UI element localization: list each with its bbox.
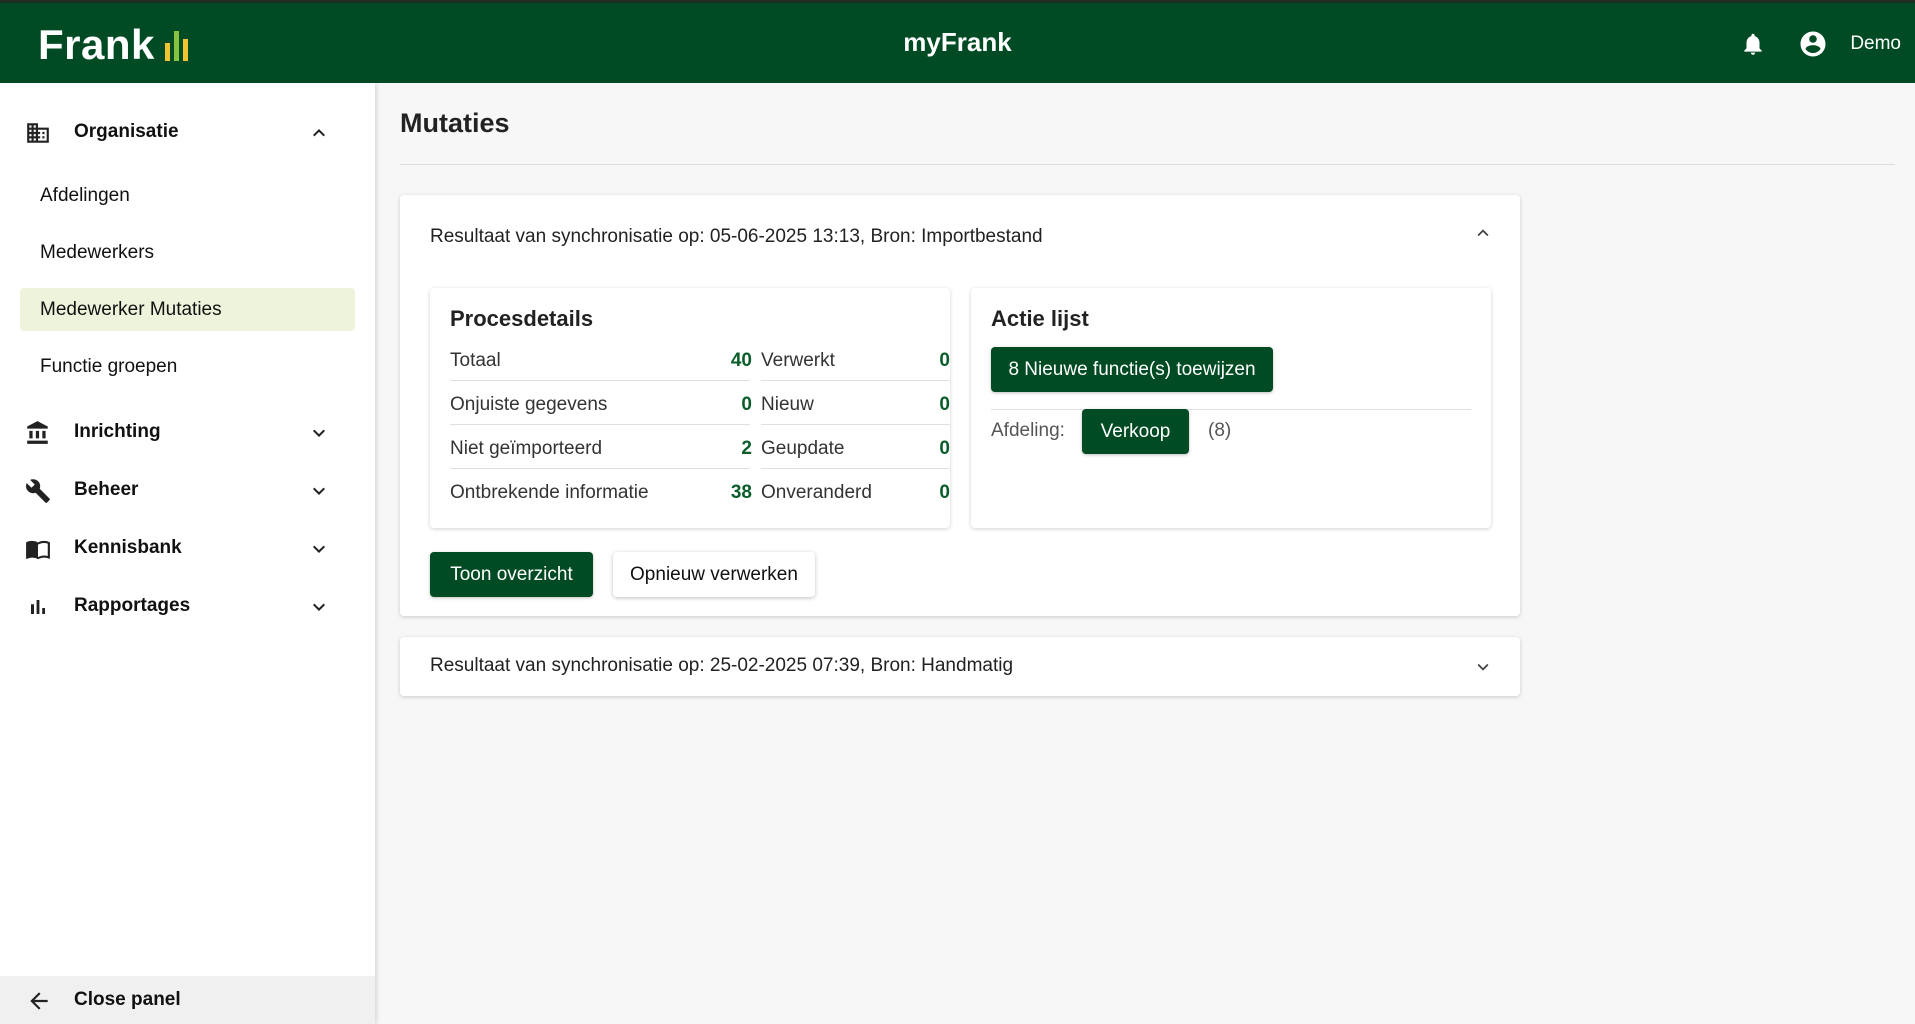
sidebar-item-afdelingen[interactable]: Afdelingen — [20, 174, 355, 217]
logo-bar — [173, 31, 179, 61]
sidebar-item-medewerkers[interactable]: Medewerkers — [20, 231, 355, 274]
close-panel-label: Close panel — [74, 989, 181, 1010]
stat-label: Nieuw — [761, 394, 814, 415]
sidebar-item-medewerker-mutaties[interactable]: Medewerker Mutaties — [20, 288, 355, 331]
show-overview-button[interactable]: Toon overzicht — [430, 552, 593, 597]
book-icon — [24, 535, 52, 563]
sidebar-item-label: Medewerkers — [40, 241, 155, 263]
divider — [450, 424, 750, 425]
department-verkoop-button[interactable]: Verkoop — [1082, 409, 1189, 454]
notifications-button[interactable] — [1736, 27, 1770, 61]
divider — [761, 424, 950, 425]
stat-value: 0 — [939, 350, 950, 371]
process-details-panel: Procesdetails Totaal 40 Verwerkt 0 Onjui… — [430, 288, 950, 528]
sidebar-group-beheer[interactable]: Beheer — [0, 465, 375, 515]
divider — [991, 409, 1471, 410]
sidebar-group-label: Kennisbank — [74, 537, 182, 558]
stat-value: 2 — [741, 438, 752, 459]
assign-functions-button[interactable]: 8 Nieuwe functie(s) toewijzen — [991, 347, 1273, 392]
sidebar-item-label: Afdelingen — [40, 184, 130, 206]
wrench-icon — [24, 477, 52, 505]
department-label: Afdeling: — [991, 420, 1065, 441]
account-circle-icon — [1800, 31, 1826, 57]
chevron-down-icon — [306, 478, 332, 504]
divider — [761, 380, 950, 381]
chevron-down-icon — [306, 536, 332, 562]
divider — [400, 164, 1895, 165]
divider — [450, 380, 750, 381]
sidebar-group-kennisbank[interactable]: Kennisbank — [0, 523, 375, 573]
frank-logo[interactable]: Frank — [38, 23, 188, 67]
divider — [450, 468, 750, 469]
stat-label: Totaal — [450, 350, 501, 371]
chevron-down-icon[interactable] — [1472, 656, 1494, 678]
sidebar-group-label: Beheer — [74, 479, 139, 500]
stat-value: 0 — [741, 394, 752, 415]
logo-bars-icon — [164, 31, 188, 61]
stat-label: Ontbrekende informatie — [450, 482, 649, 503]
stat-value: 38 — [730, 482, 752, 503]
stat-value: 0 — [939, 394, 950, 415]
app-title: myFrank — [903, 27, 1012, 57]
sidebar-item-label: Functie groepen — [40, 355, 178, 377]
building-icon — [24, 119, 52, 147]
top-right-actions: Demo — [1736, 27, 1901, 61]
sidebar-group-inrichting[interactable]: Inrichting — [0, 407, 375, 457]
sidebar-group-rapportages[interactable]: Rapportages — [0, 581, 375, 631]
stat-value: 0 — [939, 438, 950, 459]
chevron-down-icon — [306, 420, 332, 446]
sync-card-heading[interactable]: Resultaat van synchronisatie op: 05-06-2… — [430, 226, 1043, 248]
department-count: (8) — [1208, 420, 1232, 441]
sidebar: Organisatie Afdelingen Medewerkers Medew… — [0, 83, 375, 1024]
stat-value: 40 — [730, 350, 752, 371]
app-title-wrap: myFrank — [0, 27, 1915, 58]
logo-text: Frank — [38, 21, 155, 68]
arrow-left-icon — [26, 988, 52, 1014]
stat-value: 0 — [939, 482, 950, 503]
reprocess-button[interactable]: Opnieuw verwerken — [613, 552, 815, 597]
stat-label: Niet geïmporteerd — [450, 438, 603, 459]
process-details-title: Procesdetails — [450, 306, 594, 331]
stat-label: Verwerkt — [761, 350, 835, 371]
bar-chart-icon — [24, 593, 52, 621]
sync-card-heading[interactable]: Resultaat van synchronisatie op: 25-02-2… — [430, 655, 1013, 677]
sidebar-item-functie-groepen[interactable]: Functie groepen — [20, 345, 355, 388]
logo-bar — [182, 39, 188, 61]
page-title: Mutaties — [400, 108, 510, 138]
bank-icon — [24, 419, 52, 447]
logo-bar — [164, 43, 170, 61]
sidebar-group-label: Organisatie — [74, 121, 179, 142]
top-bar: Frank myFrank Demo — [0, 0, 1915, 83]
stat-label: Onveranderd — [761, 482, 872, 503]
stat-label: Geupdate — [761, 438, 845, 459]
chevron-up-icon — [306, 120, 332, 146]
bell-icon — [1744, 33, 1762, 55]
user-name[interactable]: Demo — [1850, 33, 1901, 55]
action-list-panel: Actie lijst 8 Nieuwe functie(s) toewijze… — [971, 288, 1491, 528]
action-list-title: Actie lijst — [991, 306, 1089, 331]
divider — [761, 468, 950, 469]
account-button[interactable] — [1796, 27, 1830, 61]
sidebar-item-label: Medewerker Mutaties — [40, 298, 222, 320]
sync-card-collapsed[interactable]: Resultaat van synchronisatie op: 25-02-2… — [400, 637, 1520, 696]
stat-label: Onjuiste gegevens — [450, 394, 608, 415]
close-panel-button[interactable]: Close panel — [0, 976, 375, 1024]
chevron-up-icon[interactable] — [1472, 222, 1494, 244]
chevron-down-icon — [306, 594, 332, 620]
sidebar-group-organisatie[interactable]: Organisatie — [0, 107, 375, 157]
sidebar-group-label: Rapportages — [74, 595, 191, 616]
sync-card-expanded: Resultaat van synchronisatie op: 05-06-2… — [400, 195, 1520, 616]
sidebar-group-label: Inrichting — [74, 421, 161, 442]
